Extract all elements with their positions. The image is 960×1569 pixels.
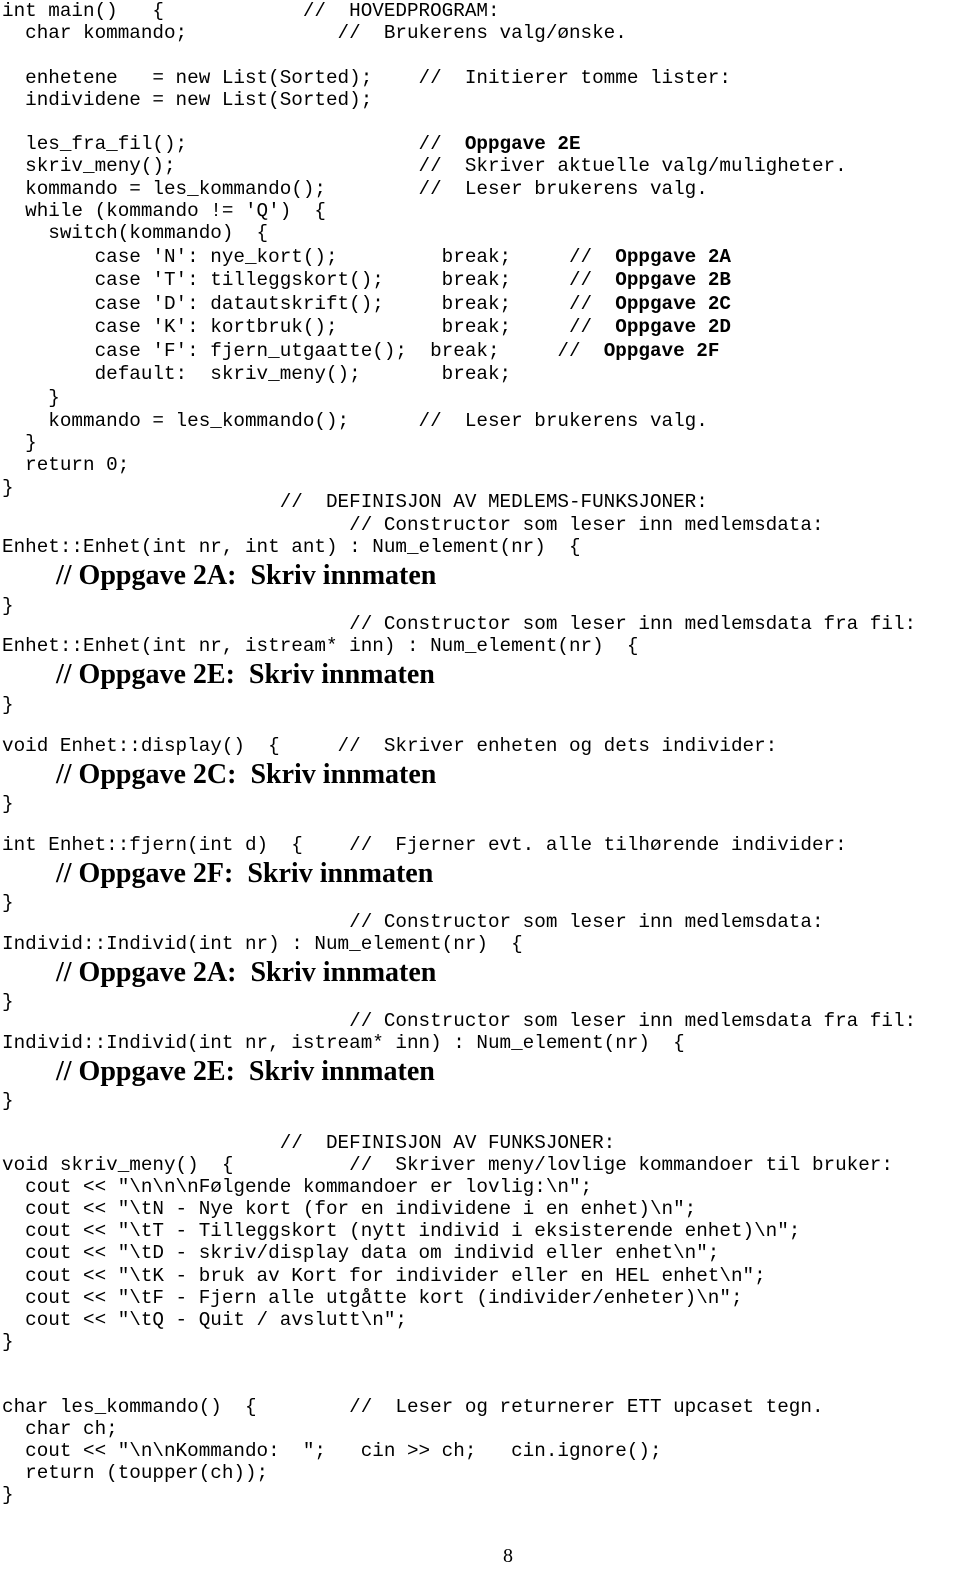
code-line: char kommando; // Brukerens valg/ønske. bbox=[2, 22, 627, 45]
task-reference: Oppgave 2B bbox=[615, 269, 731, 291]
code-line: cout << "\n\nKommando: "; cin >> ch; cin… bbox=[2, 1440, 662, 1463]
code-line: case 'D': datautskrift(); break; // Oppg… bbox=[2, 292, 731, 315]
code-line: char les_kommando() { // Leser og return… bbox=[2, 1396, 824, 1418]
code-line: } bbox=[2, 1330, 14, 1353]
code-line: cout << "\tN - Nye kort (for en individe… bbox=[2, 1198, 697, 1221]
code-line: } bbox=[2, 1484, 14, 1507]
code-comment: // Constructor som leser inn medlemsdata… bbox=[2, 911, 824, 933]
code-line: cout << "\tQ - Quit / avslutt\n"; bbox=[2, 1308, 407, 1331]
task-reference: Oppgave 2E bbox=[464, 133, 581, 156]
task-heading: // Oppgave 2E: Skriv innmaten bbox=[56, 1056, 435, 1087]
code-line: case 'K': kortbruk(); break; // Oppgave … bbox=[2, 316, 731, 338]
page-number: 8 bbox=[503, 1545, 513, 1567]
task-reference: Oppgave 2C bbox=[615, 292, 731, 315]
code-line: enhetene = new List(Sorted); // Initiere… bbox=[2, 66, 731, 89]
code-line: return 0; bbox=[2, 454, 130, 477]
code-line: cout << "\tD - skriv/display data om ind… bbox=[2, 1242, 720, 1265]
code-line: } bbox=[2, 694, 14, 716]
code-line: case 'F': fjern_utgaatte(); break; // Op… bbox=[2, 339, 720, 362]
code-line: kommando = les_kommando(); // Leser bruk… bbox=[2, 410, 708, 432]
code-line: Enhet::Enhet(int nr, istream* inn) : Num… bbox=[2, 635, 639, 657]
code-line: individene = new List(Sorted); bbox=[2, 88, 373, 111]
code-line: case 'N': nye_kort(); break; // Oppgave … bbox=[2, 245, 731, 268]
code-line: Individ::Individ(int nr) : Num_element(n… bbox=[2, 933, 523, 955]
task-heading: // Oppgave 2A: Skriv innmaten bbox=[56, 560, 437, 591]
code-line: case 'T': tilleggskort(); break; // Oppg… bbox=[2, 269, 731, 291]
task-reference: Oppgave 2D bbox=[615, 316, 731, 338]
code-line: while (kommando != 'Q') { bbox=[2, 199, 326, 222]
task-heading: // Oppgave 2C: Skriv innmaten bbox=[56, 759, 437, 790]
code-line: return (toupper(ch)); bbox=[2, 1462, 269, 1485]
code-line: skriv_meny(); // Skriver aktuelle valg/m… bbox=[2, 155, 847, 178]
code-line: switch(kommando) { bbox=[2, 222, 269, 244]
code-line: } bbox=[2, 1090, 14, 1112]
code-line: } bbox=[2, 432, 37, 455]
task-heading: // Oppgave 2F: Skriv innmaten bbox=[56, 858, 434, 889]
code-comment: // Constructor som leser inn medlemsdata… bbox=[2, 1010, 917, 1032]
functions-header: // DEFINISJON AV FUNKSJONER: bbox=[2, 1132, 616, 1154]
code-line: default: skriv_meny(); break; bbox=[2, 363, 512, 385]
code-line: cout << "\tF - Fjern alle utgåtte kort (… bbox=[2, 1286, 743, 1309]
code-line: Individ::Individ(int nr, istream* inn) :… bbox=[2, 1032, 685, 1054]
code-line: kommando = les_kommando(); // Leser bruk… bbox=[2, 177, 708, 200]
code-line: char ch; bbox=[2, 1418, 118, 1441]
code-line: void Enhet::display() { // Skriver enhet… bbox=[2, 735, 778, 757]
task-heading: // Oppgave 2A: Skriv innmaten bbox=[56, 957, 437, 988]
code-line: cout << "\tT - Tilleggskort (nytt indivi… bbox=[2, 1220, 801, 1243]
task-heading: // Oppgave 2E: Skriv innmaten bbox=[56, 659, 435, 690]
code-comment: // Constructor som leser inn medlemsdata… bbox=[2, 613, 917, 635]
member-functions-header: // DEFINISJON AV MEDLEMS-FUNKSJONER: bbox=[2, 491, 708, 513]
code-line: } bbox=[2, 386, 60, 409]
code-line: cout << "\n\n\nFølgende kommandoer er lo… bbox=[2, 1176, 593, 1199]
code-line: cout << "\tK - bruk av Kort for individe… bbox=[2, 1264, 766, 1287]
code-line: les_fra_fil(); // Oppgave 2E bbox=[2, 133, 581, 156]
code-line: void skriv_meny() { // Skriver meny/lovl… bbox=[2, 1154, 893, 1176]
task-reference: Oppgave 2A bbox=[615, 245, 731, 268]
code-line: } bbox=[2, 793, 14, 815]
code-line: int main() { // HOVEDPROGRAM: bbox=[2, 0, 500, 22]
code-line: int Enhet::fjern(int d) { // Fjerner evt… bbox=[2, 834, 847, 856]
code-comment: // Constructor som leser inn medlemsdata… bbox=[2, 514, 824, 536]
code-line: Enhet::Enhet(int nr, int ant) : Num_elem… bbox=[2, 536, 581, 558]
task-reference: Oppgave 2F bbox=[603, 339, 720, 362]
